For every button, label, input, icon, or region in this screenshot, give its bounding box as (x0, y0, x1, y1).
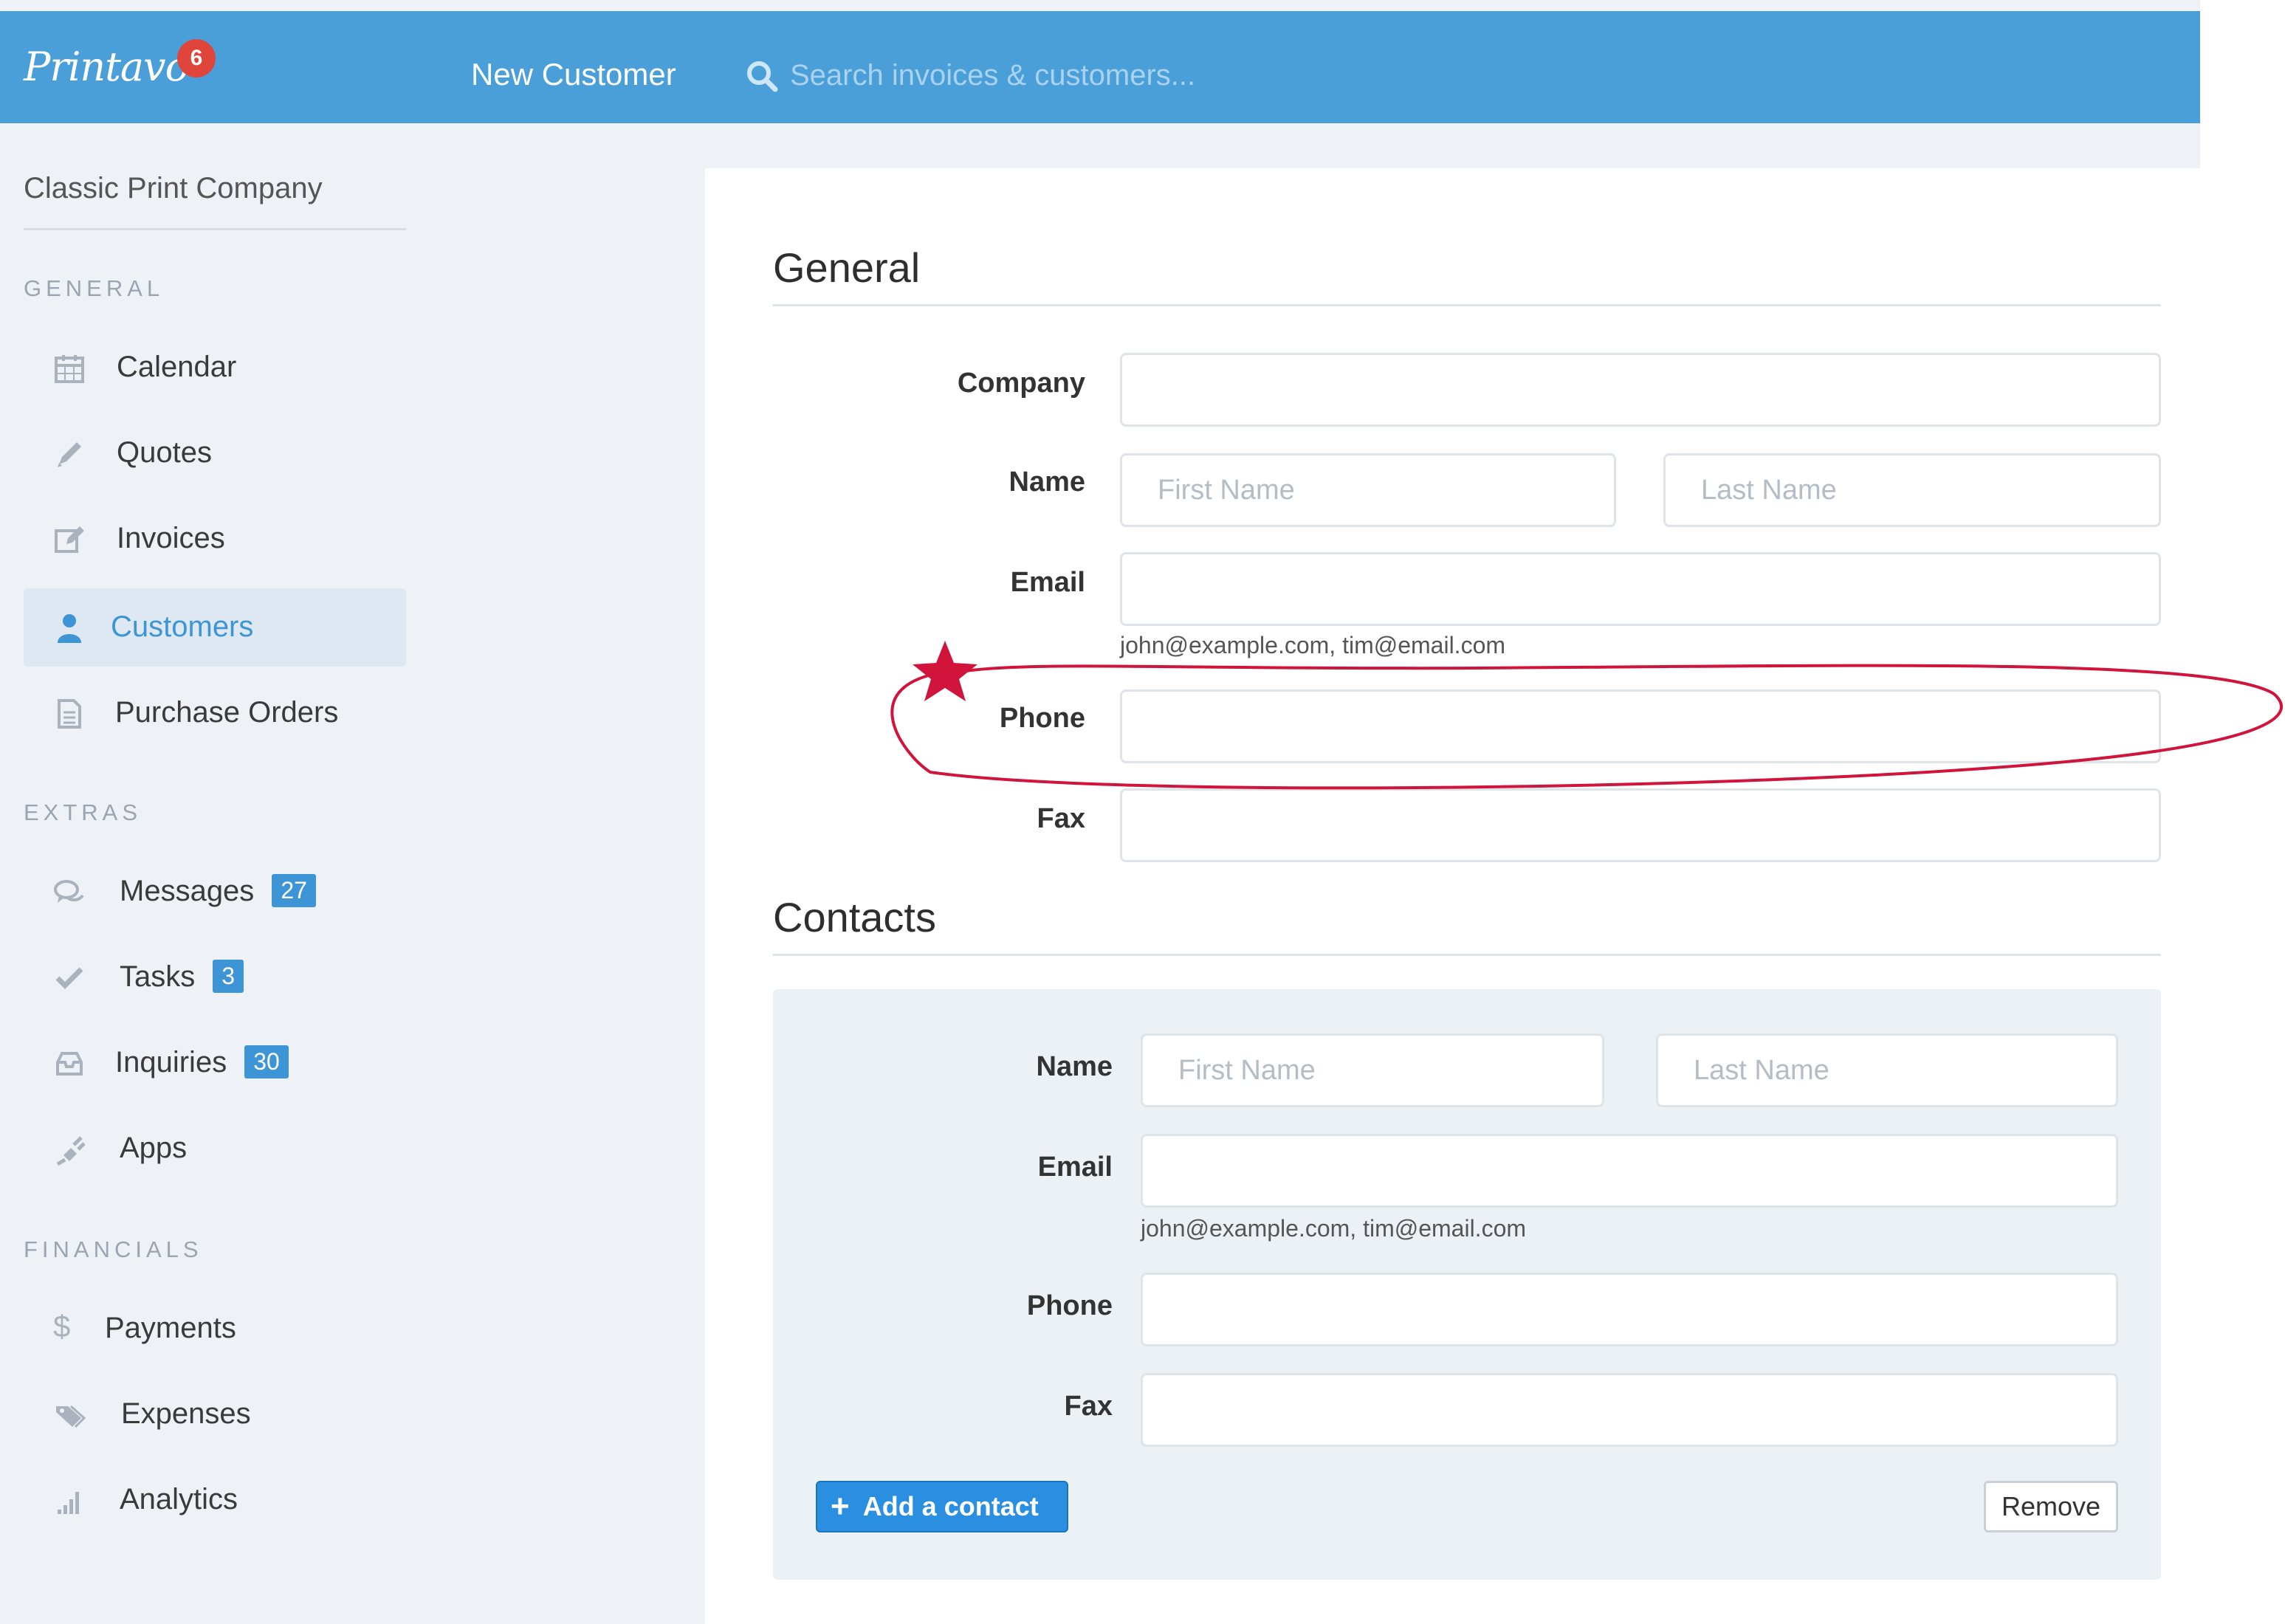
sidebar-item-calendar[interactable]: Calendar (24, 328, 406, 407)
plus-icon: + (831, 1488, 850, 1524)
company-label: Company (957, 368, 1085, 399)
sidebar-item-quotes[interactable]: Quotes (24, 414, 406, 492)
calendar-icon (55, 355, 84, 383)
chat-icon (54, 880, 84, 903)
sidebar-item-label: Inquiries 30 (115, 1045, 289, 1081)
check-icon (55, 967, 83, 989)
inbox-icon (56, 1052, 83, 1076)
messages-count-badge: 27 (272, 873, 316, 907)
search-input[interactable] (790, 51, 1454, 100)
contact-email-label: Email (1037, 1152, 1113, 1183)
contact-email-hint: john@example.com, tim@email.com (1141, 1215, 1527, 1242)
contact-email-field[interactable] (1141, 1134, 2118, 1208)
phone-field[interactable] (1120, 689, 2161, 763)
sidebar-item-apps[interactable]: Apps (24, 1109, 406, 1188)
fax-label: Fax (1037, 803, 1085, 834)
customer-form-panel: General Company Name Email john@example.… (705, 168, 2200, 1624)
sidebar-item-label: Analytics (120, 1483, 238, 1515)
messages-label: Messages (120, 875, 255, 907)
printavo-logo[interactable]: Printavo (24, 44, 189, 90)
sidebar-item-label: Messages 27 (120, 873, 316, 909)
add-contact-label: Add a contact (862, 1491, 1039, 1521)
contact-fax-field[interactable] (1141, 1373, 2118, 1447)
sidebar-item-label: Calendar (117, 351, 237, 383)
contacts-section-title: Contacts (773, 894, 936, 940)
section-heading-financials: FINANCIALS (24, 1236, 203, 1262)
sidebar-item-analytics[interactable]: Analytics (24, 1461, 406, 1539)
sidebar-item-invoices[interactable]: Invoices (24, 500, 406, 578)
sidebar-item-label: Quotes (117, 436, 212, 469)
sidebar-item-label: Invoices (117, 522, 225, 554)
dollar-icon: $ (53, 1309, 71, 1343)
tags-icon (56, 1405, 86, 1428)
sidebar: Classic Print Company GENERAL Calendar Q… (0, 123, 413, 1624)
contact-first-name-field[interactable] (1141, 1033, 1604, 1107)
last-name-field[interactable] (1663, 453, 2161, 527)
contact-name-label: Name (1036, 1051, 1113, 1082)
contact-last-name-field[interactable] (1656, 1033, 2118, 1107)
section-heading-extras: EXTRAS (24, 799, 142, 825)
first-name-field[interactable] (1120, 453, 1616, 527)
pencil-icon (58, 442, 81, 467)
inquiries-label: Inquiries (115, 1046, 227, 1078)
company-name[interactable]: Classic Print Company (24, 172, 323, 205)
sidebar-item-payments[interactable]: $ Payments (24, 1290, 406, 1368)
sidebar-item-messages[interactable]: Messages 27 (24, 853, 406, 931)
page-title: New Customer (471, 57, 676, 92)
sidebar-item-purchase-orders[interactable]: Purchase Orders (24, 674, 406, 752)
section-heading-general: GENERAL (24, 275, 165, 301)
fax-field[interactable] (1120, 788, 2161, 862)
plug-icon (56, 1136, 86, 1166)
divider (773, 304, 2161, 306)
sidebar-item-customers[interactable]: Customers (24, 588, 406, 667)
email-field[interactable] (1120, 552, 2161, 626)
user-icon (58, 614, 81, 643)
sidebar-item-label: Apps (120, 1132, 188, 1164)
name-label: Name (1009, 467, 1086, 498)
divider (24, 228, 406, 230)
sidebar-item-label: Tasks 3 (120, 959, 244, 995)
edit-icon (55, 526, 84, 553)
sidebar-item-label: Purchase Orders (115, 696, 339, 729)
company-field[interactable] (1120, 353, 2161, 427)
signal-bars-icon (58, 1492, 79, 1514)
sidebar-item-label: Expenses (121, 1397, 251, 1430)
sidebar-item-tasks[interactable]: Tasks 3 (24, 938, 406, 1016)
notification-badge[interactable]: 6 (177, 39, 216, 78)
general-section-title: General (773, 244, 921, 291)
contact-phone-field[interactable] (1141, 1273, 2118, 1346)
remove-contact-button[interactable]: Remove (1984, 1481, 2118, 1532)
sidebar-item-expenses[interactable]: Expenses (24, 1375, 406, 1453)
tasks-label: Tasks (120, 960, 196, 993)
contact-card: Name Email john@example.com, tim@email.c… (773, 989, 2161, 1580)
sidebar-item-label: Payments (105, 1312, 236, 1344)
divider (773, 954, 2161, 956)
sidebar-item-inquiries[interactable]: Inquiries 30 (24, 1024, 406, 1102)
tasks-count-badge: 3 (213, 959, 244, 993)
phone-label: Phone (999, 703, 1085, 734)
top-bar: Printavo 6 New Customer (0, 11, 2200, 123)
search-icon (747, 61, 778, 92)
email-hint: john@example.com, tim@email.com (1120, 632, 1506, 658)
app-window: Printavo 6 New Customer Classic Print Co… (0, 0, 2200, 1624)
add-contact-button[interactable]: + Add a contact (816, 1481, 1068, 1532)
document-icon (58, 699, 81, 729)
contact-fax-label: Fax (1064, 1391, 1113, 1422)
contact-phone-label: Phone (1026, 1290, 1113, 1321)
sidebar-item-label: Customers (111, 610, 254, 643)
email-label: Email (1010, 567, 1085, 598)
inquiries-count-badge: 30 (244, 1045, 289, 1078)
